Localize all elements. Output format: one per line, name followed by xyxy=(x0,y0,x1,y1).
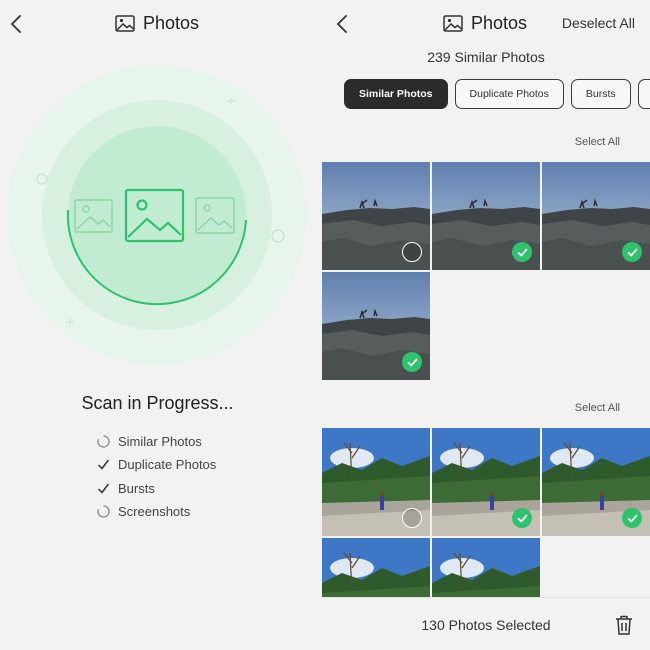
scan-panel: Photos Scan in Progress... Similar Photo… xyxy=(0,0,320,650)
photo-thumbnail[interactable] xyxy=(432,162,540,270)
page-title-text: Photos xyxy=(143,13,200,33)
page-title: Photos xyxy=(115,13,199,34)
loading-spinner-icon xyxy=(95,434,111,450)
back-button[interactable] xyxy=(330,12,354,36)
photo-thumbnail[interactable] xyxy=(542,428,650,536)
similar-photos-count: 239 Similar Photos xyxy=(427,49,545,65)
chevron-left-icon xyxy=(336,15,347,33)
selected-check-icon[interactable] xyxy=(402,352,422,372)
selected-check-icon[interactable] xyxy=(512,242,532,262)
select-all-button[interactable]: Select All xyxy=(575,402,620,414)
unselected-circle-icon[interactable] xyxy=(402,242,422,262)
scan-item-label: Similar Photos xyxy=(118,434,202,450)
deselect-all-button[interactable]: Deselect All xyxy=(562,15,635,31)
filter-tabs: Similar Photos Duplicate Photos Bursts xyxy=(344,79,650,109)
photo-thumbnail[interactable] xyxy=(322,272,430,380)
scan-item-screenshots: Screenshots xyxy=(95,500,216,523)
similar-photos-panel: Photos Deselect All 239 Similar Photos S… xyxy=(322,0,650,650)
tab-more[interactable] xyxy=(637,79,650,109)
photo-icon xyxy=(443,15,463,32)
checkmark-icon xyxy=(95,457,111,473)
selected-check-icon[interactable] xyxy=(622,508,642,528)
photo-thumbnail[interactable] xyxy=(542,162,650,270)
back-button[interactable] xyxy=(4,12,28,36)
selected-check-icon[interactable] xyxy=(512,508,532,528)
scan-item-duplicate-photos: Duplicate Photos xyxy=(95,453,216,476)
delete-button[interactable] xyxy=(614,614,634,636)
photo-thumbnail[interactable] xyxy=(322,428,430,536)
photo-thumbnail[interactable] xyxy=(322,162,430,270)
scan-item-similar-photos: Similar Photos xyxy=(95,430,216,453)
photo-thumbnail[interactable] xyxy=(432,428,540,536)
tab-bursts[interactable]: Bursts xyxy=(570,79,631,109)
selected-check-icon[interactable] xyxy=(622,242,642,262)
select-all-button[interactable]: Select All xyxy=(575,136,620,148)
page-title: Photos xyxy=(443,13,527,34)
photo-icon xyxy=(115,15,135,32)
bottom-toolbar: 130 Photos Selected xyxy=(322,597,650,650)
scan-progress-graphic xyxy=(0,60,320,380)
scan-item-label: Screenshots xyxy=(118,504,191,520)
checkmark-icon xyxy=(95,480,111,496)
tab-similar-photos[interactable]: Similar Photos xyxy=(344,79,448,109)
inner-ring xyxy=(68,126,246,304)
loading-spinner-icon xyxy=(95,504,111,520)
selected-count: 130 Photos Selected xyxy=(421,617,551,633)
checkmark-icon xyxy=(407,358,417,366)
chevron-left-icon xyxy=(10,15,21,33)
checkmark-icon xyxy=(627,514,637,522)
trash-icon xyxy=(616,615,632,635)
unselected-circle-icon[interactable] xyxy=(402,508,422,528)
checkmark-icon xyxy=(627,248,637,256)
scan-item-label: Bursts xyxy=(118,480,155,496)
checkmark-icon xyxy=(517,248,527,256)
tab-duplicate-photos[interactable]: Duplicate Photos xyxy=(454,79,564,109)
page-title-text: Photos xyxy=(471,13,528,33)
photo-group xyxy=(322,162,650,380)
scan-item-label: Duplicate Photos xyxy=(118,457,217,473)
scan-item-bursts: Bursts xyxy=(95,477,216,500)
scan-category-list: Similar Photos Duplicate Photos Bursts S… xyxy=(95,430,216,523)
checkmark-icon xyxy=(517,514,527,522)
scan-progress-title: Scan in Progress... xyxy=(81,393,234,413)
